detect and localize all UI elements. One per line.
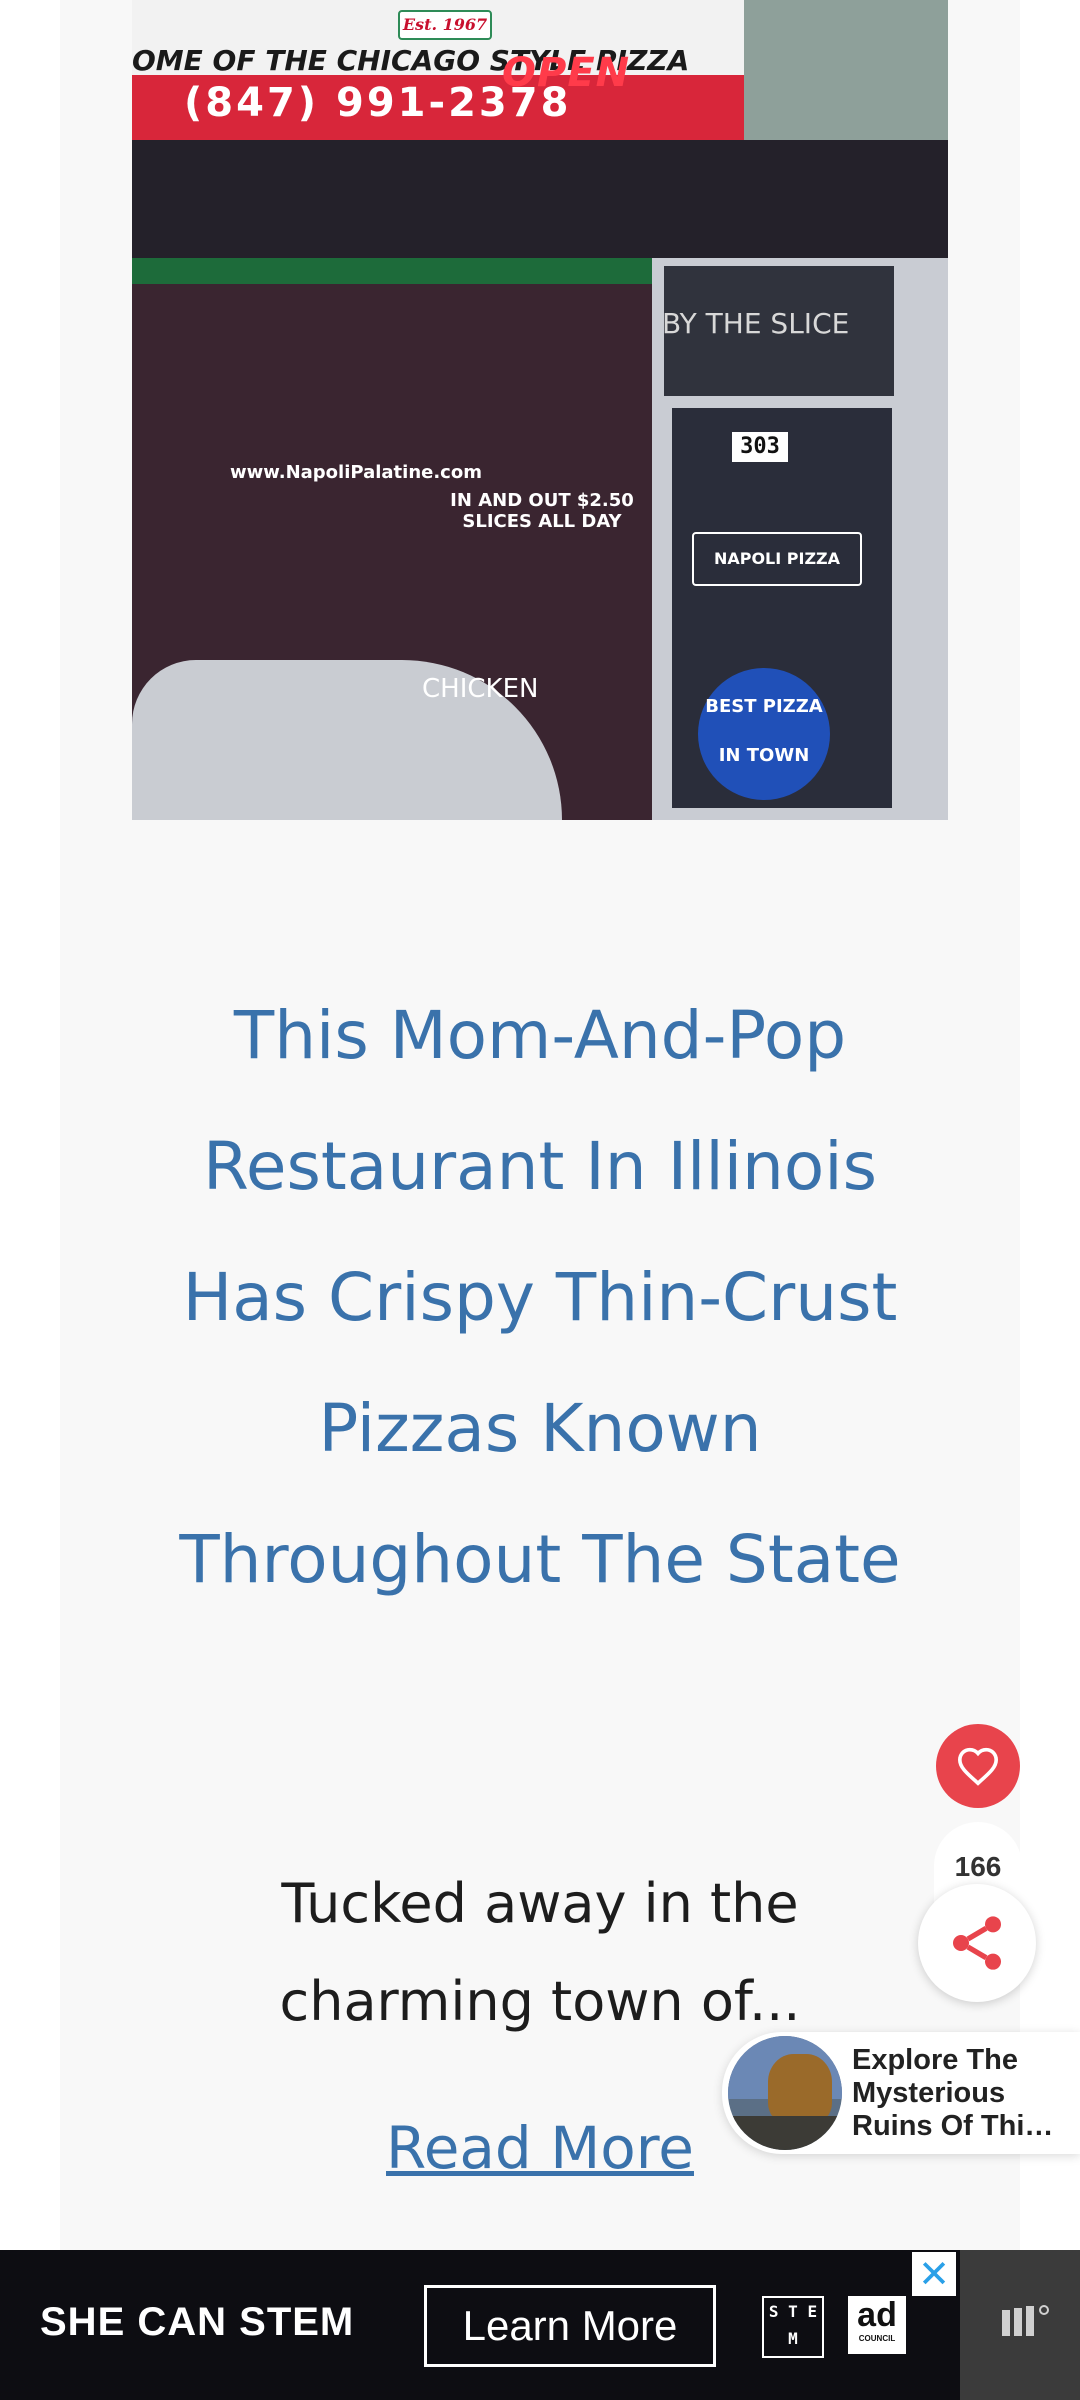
heart-icon	[957, 1747, 999, 1786]
window-slices-text: IN AND OUT $2.50 SLICES ALL DAY	[450, 490, 634, 532]
best-pizza-top: BEST PIZZA	[705, 696, 823, 717]
by-the-slice-sign: BY THE SLICE	[662, 307, 850, 340]
sign-tagline: OME OF THE CHICAGO STYLE PIZZA	[132, 44, 690, 77]
storefront-awning	[132, 140, 948, 260]
neon-open-sign: OPEN	[502, 50, 631, 96]
napoli-door-decal: NAPOLI PIZZA	[692, 532, 862, 586]
article-headline[interactable]: This Mom-And-Pop Restaurant In Illinois …	[160, 970, 920, 1625]
explore-thumbnail	[728, 2036, 842, 2150]
door-number: 303	[732, 432, 788, 462]
brand-icon	[1002, 2305, 1049, 2336]
window-chicken-text: CHICKEN	[422, 674, 539, 704]
article-excerpt: Tucked away in the charming town of...	[279, 1872, 801, 2033]
close-icon: ✕	[918, 2252, 950, 2296]
share-icon	[953, 1916, 1001, 1970]
ad-close-button[interactable]: ✕	[912, 2252, 956, 2296]
window-url-text: www.NapoliPalatine.com	[230, 462, 482, 483]
ad-council-logo: ad COUNCIL	[848, 2296, 906, 2354]
ad-headline: SHE CAN STEM	[40, 2300, 355, 2344]
read-more-link[interactable]: Read More	[300, 2114, 780, 2182]
brand-panel[interactable]	[960, 2250, 1080, 2400]
best-pizza-badge: BEST PIZZA IN TOWN	[698, 668, 830, 800]
sign-est: Est. 1967	[398, 10, 492, 40]
like-button[interactable]	[936, 1724, 1020, 1808]
ad-learn-more-button[interactable]: Learn More	[424, 2285, 716, 2367]
article-hero-image[interactable]: Est. 1967 OME OF THE CHICAGO STYLE PIZZA…	[132, 0, 948, 820]
share-button[interactable]	[918, 1884, 1036, 2002]
ad-council-big: ad	[857, 2296, 897, 2334]
explore-title: Explore The Mysterious Ruins Of Thi…	[852, 2044, 1054, 2142]
ad-council-small: COUNCIL	[858, 2334, 896, 2343]
best-pizza-bottom: IN TOWN	[718, 745, 810, 766]
stem-logo: S T E M	[762, 2296, 824, 2358]
sign-side-wall	[744, 0, 948, 140]
explore-recommendation[interactable]: Explore The Mysterious Ruins Of Thi…	[722, 2032, 1080, 2154]
